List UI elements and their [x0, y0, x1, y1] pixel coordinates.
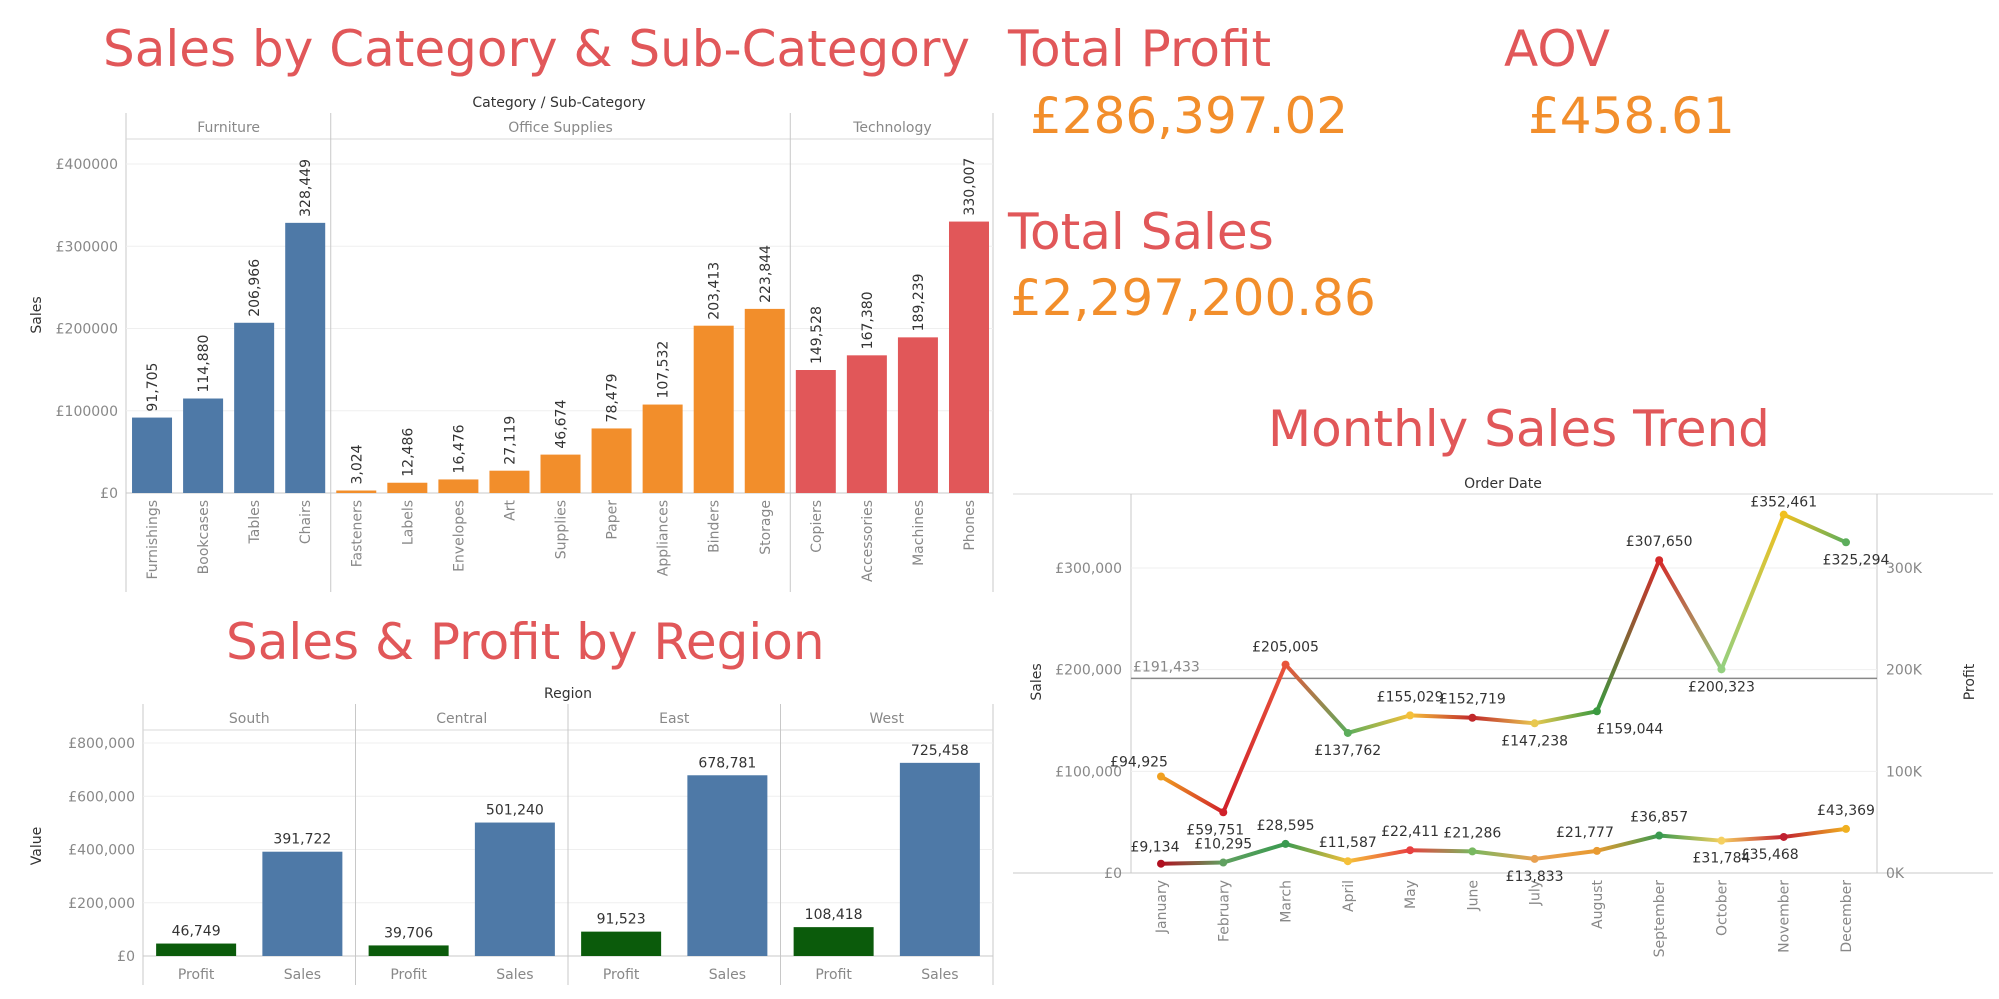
sales-label-april: £137,762 — [1314, 743, 1381, 759]
x-tick-october: October — [1714, 880, 1730, 936]
sales-point-november — [1779, 510, 1788, 519]
sales-point-july — [1530, 719, 1539, 728]
sales-label-may: £155,029 — [1377, 689, 1444, 705]
sales-line-segment — [1283, 662, 1350, 735]
profit-line-segment — [1470, 849, 1537, 861]
x-tick-march: March — [1279, 880, 1295, 923]
monthly-y2-tick: 300K — [1886, 561, 1923, 577]
profit-point-october — [1717, 836, 1726, 845]
sales-line-segment — [1781, 512, 1848, 545]
sales-label-september: £307,650 — [1626, 534, 1693, 550]
monthly-y-axis-label: Sales — [1029, 663, 1045, 700]
sales-point-august — [1592, 707, 1601, 716]
sales-line-segment — [1657, 558, 1724, 672]
x-tick-april: April — [1341, 880, 1357, 912]
profit-point-december — [1842, 824, 1850, 833]
x-tick-february: February — [1216, 880, 1232, 942]
sales-point-october — [1717, 665, 1726, 674]
profit-label-january: £9,134 — [1131, 840, 1180, 856]
sales-point-december — [1842, 538, 1850, 547]
profit-line-segment — [1345, 848, 1413, 864]
profit-label-november: £35,468 — [1741, 847, 1799, 863]
sales-line-segment — [1470, 715, 1537, 726]
x-tick-august: August — [1590, 879, 1606, 929]
monthly-sales-trend-chart: Order Date£0 0K£100,000 100K£200,000 200K£3… — [1013, 476, 1993, 958]
monthly-y-tick: £300,000 — [1055, 561, 1122, 577]
x-tick-may: May — [1403, 880, 1419, 909]
profit-point-november — [1779, 832, 1788, 841]
sales-label-november: £352,461 — [1750, 495, 1817, 511]
monthly-y2-axis-label: Profit — [1962, 663, 1978, 700]
monthly-chart-header: Order Date — [1464, 476, 1542, 492]
x-tick-december: December — [1839, 880, 1855, 953]
profit-point-march — [1281, 839, 1290, 848]
profit-point-august — [1592, 846, 1601, 855]
profit-point-july — [1530, 854, 1539, 863]
profit-line-segment — [1719, 834, 1786, 843]
profit-label-march: £28,595 — [1257, 818, 1315, 834]
sales-label-march: £205,005 — [1252, 640, 1319, 656]
sales-line-segment — [1408, 713, 1475, 720]
monthly-y-tick: £200,000 — [1055, 663, 1122, 679]
profit-point-february — [1219, 858, 1228, 867]
profit-line-segment — [1781, 826, 1848, 839]
monthly-y-tick: £0 — [1104, 866, 1122, 882]
sales-point-june — [1468, 713, 1477, 722]
sales-line-segment — [1345, 713, 1413, 735]
monthly-y2-tick: 200K — [1886, 663, 1923, 679]
reference-line-label: £191,433 — [1133, 659, 1200, 675]
profit-label-may: £22,411 — [1381, 824, 1439, 840]
profit-label-february: £10,295 — [1194, 837, 1252, 853]
profit-label-december: £43,369 — [1817, 803, 1875, 819]
x-tick-september: September — [1652, 880, 1668, 958]
profit-point-september — [1655, 831, 1664, 840]
sales-label-june: £152,719 — [1439, 692, 1506, 708]
profit-label-september: £36,857 — [1630, 810, 1688, 826]
sales-label-july: £147,238 — [1501, 733, 1568, 749]
x-tick-june: June — [1465, 880, 1481, 912]
profit-label-july: £13,833 — [1506, 869, 1564, 885]
sales-point-march — [1281, 660, 1290, 669]
profit-label-april: £11,587 — [1319, 835, 1377, 851]
profit-point-may — [1406, 846, 1415, 855]
x-tick-january: January — [1154, 880, 1170, 934]
profit-line-segment — [1408, 848, 1475, 854]
profit-point-april — [1343, 857, 1352, 866]
sales-point-may — [1406, 711, 1415, 720]
sales-label-august: £159,044 — [1597, 721, 1664, 737]
monthly-y2-tick: 0K — [1886, 866, 1905, 882]
profit-point-june — [1468, 847, 1477, 856]
sales-line-segment — [1594, 558, 1662, 714]
sales-point-january — [1157, 772, 1165, 781]
profit-label-august: £21,777 — [1556, 825, 1614, 841]
profit-label-june: £21,286 — [1443, 825, 1501, 841]
sales-point-april — [1343, 728, 1352, 737]
sales-point-february — [1219, 808, 1228, 817]
monthly-y2-tick: 100K — [1886, 764, 1923, 780]
profit-point-january — [1157, 859, 1165, 868]
x-tick-november: November — [1777, 880, 1793, 953]
profit-line-segment — [1532, 848, 1599, 861]
sales-line-segment — [1719, 512, 1786, 672]
sales-label-december: £325,294 — [1823, 552, 1890, 568]
sales-line-segment — [1159, 774, 1226, 815]
sales-point-september — [1655, 556, 1664, 565]
profit-line-segment — [1657, 833, 1724, 843]
sales-line-segment — [1532, 709, 1599, 726]
sales-label-january: £94,925 — [1110, 754, 1168, 770]
sales-label-october: £200,323 — [1688, 679, 1755, 695]
profit-line-segment — [1159, 860, 1226, 866]
sales-line-segment — [1221, 662, 1288, 815]
